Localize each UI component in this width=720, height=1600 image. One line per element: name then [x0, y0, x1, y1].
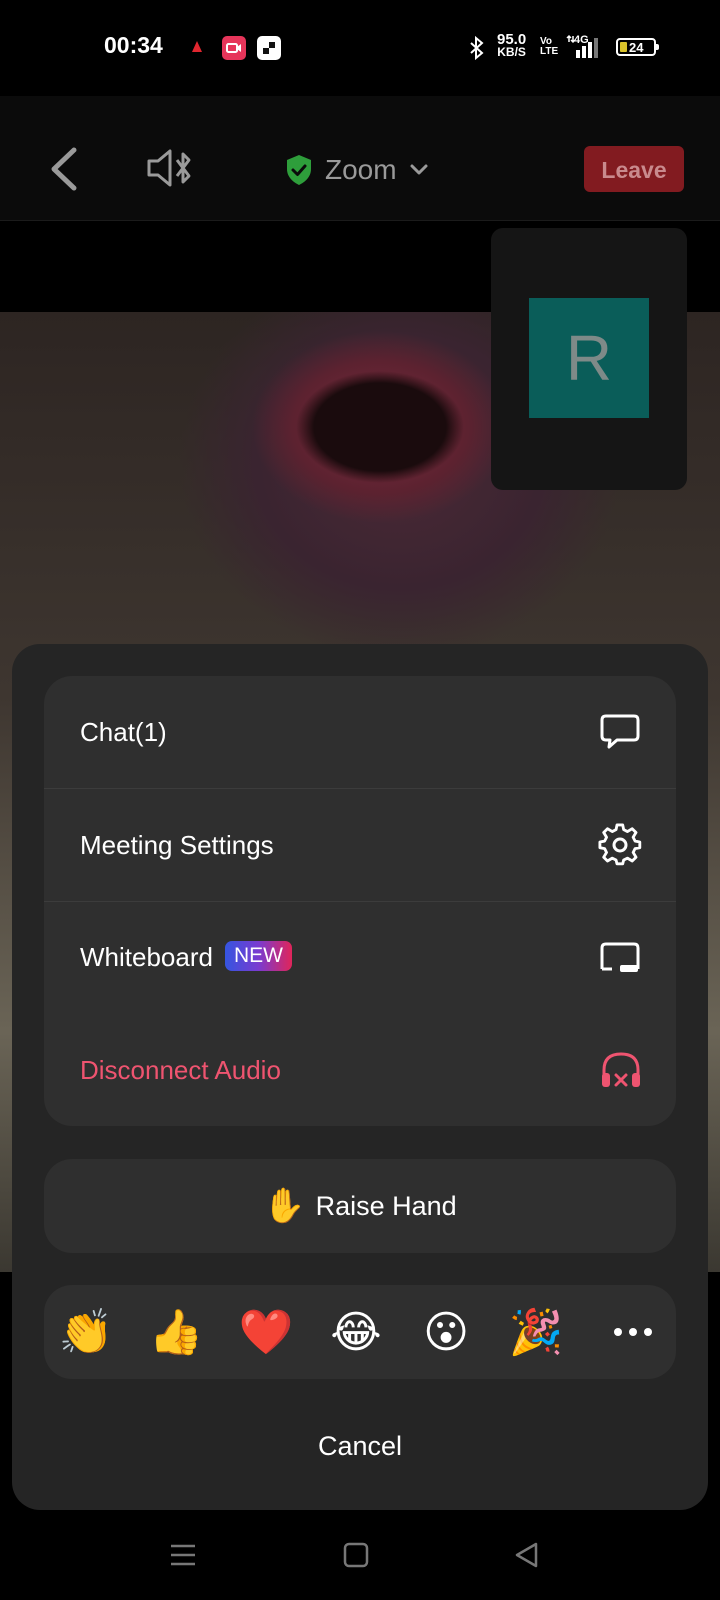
meeting-title: Zoom	[325, 154, 397, 185]
meeting-toolbar: Zoom Leave	[0, 96, 720, 221]
raise-hand-emoji: ✋	[263, 1187, 306, 1225]
battery-level: 24	[629, 40, 644, 55]
home-button[interactable]	[341, 1540, 371, 1570]
reaction-heart[interactable]: ❤️	[238, 1307, 294, 1359]
app-icon	[257, 36, 281, 65]
signal-icon: 4G	[566, 34, 600, 65]
menu-item-chat[interactable]: Chat(1)	[44, 676, 676, 788]
whiteboard-icon	[600, 942, 640, 972]
options-menu: Chat(1) Meeting Settings Whiteboard NEW	[44, 676, 676, 1126]
meeting-title-dropdown[interactable]: Zoom	[285, 150, 429, 190]
raise-hand-label: Raise Hand	[315, 1190, 457, 1221]
reaction-clap[interactable]: 👏	[58, 1307, 114, 1359]
back-button[interactable]	[44, 144, 84, 194]
more-reactions-button[interactable]	[610, 1305, 656, 1359]
back-triangle-icon	[515, 1542, 538, 1568]
system-nav-bar	[0, 1512, 720, 1600]
new-badge: NEW	[224, 941, 292, 972]
headphones-off-icon	[602, 1052, 640, 1087]
cancel-button[interactable]: Cancel	[12, 1424, 708, 1468]
volte-indicator: Vo LTE	[540, 37, 558, 57]
menu-item-disconnect-audio[interactable]: Disconnect Audio	[44, 1014, 676, 1126]
participant-avatar: R	[529, 298, 649, 418]
reaction-laugh[interactable]: 😂	[328, 1307, 384, 1359]
audio-output-button[interactable]	[146, 148, 196, 188]
reaction-thumbs-up[interactable]: 👍	[148, 1307, 204, 1359]
menu-item-whiteboard[interactable]: Whiteboard NEW	[44, 902, 676, 1014]
more-options-sheet: Chat(1) Meeting Settings Whiteboard NEW	[12, 644, 708, 1510]
chat-bubble-icon	[600, 714, 640, 749]
chevron-down-icon	[410, 164, 428, 175]
battery-icon: 24	[616, 38, 659, 56]
back-nav-button[interactable]	[512, 1540, 542, 1570]
notification-icon	[190, 40, 204, 59]
leave-button[interactable]: Leave	[584, 146, 684, 192]
reaction-celebrate[interactable]: 🎉	[508, 1307, 564, 1359]
screen-record-icon	[222, 36, 246, 65]
reaction-surprised[interactable]: 😮	[418, 1307, 474, 1359]
home-square-icon	[343, 1542, 369, 1568]
raise-hand-button[interactable]: ✋ Raise Hand	[44, 1159, 676, 1253]
participant-thumbnail[interactable]: R	[491, 228, 687, 490]
shield-check-icon	[287, 155, 311, 185]
menu-item-label: Chat(1)	[80, 716, 167, 747]
status-time: 00:34	[104, 32, 163, 58]
volte-bottom: LTE	[540, 46, 559, 57]
menu-item-whiteboard-label: Whiteboard NEW	[80, 941, 292, 974]
more-dots-icon	[614, 1328, 652, 1336]
back-arrow-icon	[51, 147, 77, 191]
menu-item-label: Disconnect Audio	[80, 1054, 281, 1085]
net-speed: 95.0 KB/S	[497, 32, 526, 59]
gear-icon	[598, 823, 642, 866]
recents-button[interactable]	[168, 1540, 198, 1570]
menu-item-label: Meeting Settings	[80, 829, 274, 860]
net-speed-unit: KB/S	[497, 45, 526, 59]
menu-item-meeting-settings[interactable]: Meeting Settings	[44, 789, 676, 901]
menu-icon	[171, 1544, 195, 1566]
network-type: 4G	[574, 34, 589, 46]
status-bar: 00:34 95.0 KB/S Vo LTE 4G 24	[0, 0, 720, 96]
speaker-bluetooth-icon	[147, 149, 191, 187]
menu-item-label: Whiteboard	[80, 941, 213, 972]
bluetooth-icon	[466, 35, 488, 65]
reactions-bar: 👏 👍 ❤️ 😂 😮 🎉	[44, 1285, 676, 1379]
